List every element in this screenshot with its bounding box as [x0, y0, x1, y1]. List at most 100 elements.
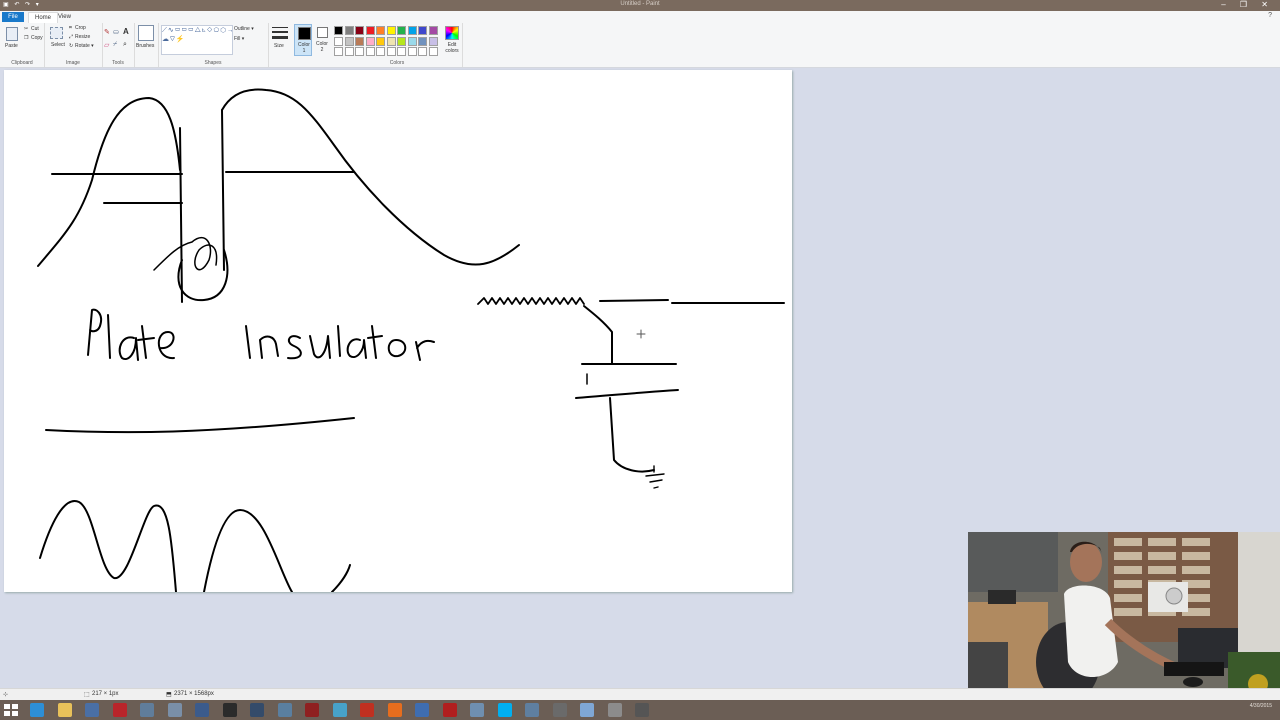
color-swatch[interactable]: [428, 26, 438, 35]
color-swatch[interactable]: [386, 26, 396, 35]
paste-button[interactable]: Paste: [5, 43, 18, 49]
color-swatch[interactable]: [344, 26, 354, 35]
app2-icon[interactable]: [140, 703, 154, 717]
color-swatch[interactable]: [418, 36, 427, 46]
skype-icon[interactable]: [497, 703, 512, 717]
app10-icon[interactable]: [415, 703, 429, 717]
cut-button[interactable]: Cut: [31, 26, 39, 32]
color-swatch[interactable]: [344, 36, 354, 46]
color1-button[interactable]: Color 1: [294, 24, 312, 56]
sketch: [37, 88, 785, 592]
color-swatch[interactable]: [355, 36, 364, 46]
color-swatch[interactable]: [365, 36, 375, 46]
color-swatch[interactable]: [376, 47, 385, 56]
ie-icon[interactable]: [30, 703, 44, 717]
obs-icon[interactable]: [222, 703, 237, 717]
color-swatch[interactable]: [397, 47, 406, 56]
color-swatch[interactable]: [334, 47, 343, 56]
color-picker-icon[interactable]: ⌿: [113, 41, 117, 49]
app9-icon[interactable]: [360, 703, 374, 717]
plate-right-upright: [221, 109, 225, 271]
color-swatch[interactable]: [376, 26, 385, 35]
start-button[interactable]: [4, 704, 18, 716]
copy-button[interactable]: Copy: [31, 35, 43, 41]
color-swatch[interactable]: [428, 36, 438, 46]
select-button[interactable]: Select: [51, 42, 65, 48]
edit-colors-icon[interactable]: [445, 26, 459, 40]
fill-bucket-icon[interactable]: ⛀: [113, 28, 119, 36]
rotate-button[interactable]: Rotate ▾: [75, 43, 94, 49]
color-swatch[interactable]: [355, 26, 364, 35]
color-swatch[interactable]: [365, 26, 375, 35]
brush-icon[interactable]: [138, 25, 154, 41]
size-button[interactable]: Size: [274, 43, 284, 49]
explorer-icon[interactable]: [57, 703, 72, 717]
drawing-canvas[interactable]: [4, 70, 792, 592]
app6-icon[interactable]: [277, 703, 292, 717]
windows-logo-icon: [4, 704, 18, 716]
color-swatch[interactable]: [418, 47, 427, 56]
color-swatch[interactable]: [407, 26, 417, 35]
color-swatch[interactable]: [355, 47, 364, 56]
color-swatch[interactable]: [418, 26, 427, 35]
webcam-overlay: [968, 532, 1280, 708]
color-swatch[interactable]: [334, 36, 343, 46]
app8-icon[interactable]: [332, 703, 347, 717]
app14-icon[interactable]: [607, 703, 622, 717]
rotate-icon[interactable]: ↻: [69, 43, 73, 49]
color-swatch[interactable]: [365, 47, 375, 56]
select-icon[interactable]: [50, 27, 63, 39]
color-swatch[interactable]: [407, 47, 417, 56]
filezilla-icon[interactable]: [112, 703, 127, 717]
app5-icon[interactable]: [250, 703, 264, 717]
size-lines-icon[interactable]: [272, 27, 288, 41]
app7-icon[interactable]: [305, 703, 319, 717]
outline-button[interactable]: Outline ▾: [234, 26, 254, 32]
help-icon[interactable]: ?: [1268, 12, 1272, 19]
color-swatch[interactable]: [386, 36, 396, 46]
fill-button[interactable]: Fill ▾: [234, 36, 244, 42]
pencil-icon[interactable]: ✎: [104, 28, 110, 36]
edit-colors-button[interactable]: Edit colors: [444, 42, 460, 54]
eraser-icon[interactable]: ▱: [104, 41, 109, 49]
color-swatch[interactable]: [397, 36, 406, 46]
shapes-gallery[interactable]: ⟋∿▭▭▭△◺◇⬠⬡→←↑↓✦✧☆★▢▢☁♡⚡: [161, 25, 233, 55]
paste-icon[interactable]: [6, 27, 18, 41]
resize-button[interactable]: Resize: [75, 34, 90, 40]
color-swatch[interactable]: [386, 47, 396, 56]
app13-icon[interactable]: [552, 703, 567, 717]
tab-view[interactable]: View: [52, 12, 77, 22]
capacitor-plate-bottom: [575, 389, 679, 399]
color-swatch[interactable]: [344, 47, 354, 56]
scissors-icon[interactable]: ✂: [24, 26, 28, 32]
tools-label: Tools: [112, 60, 124, 66]
acrobat-icon[interactable]: [442, 703, 457, 717]
app3-icon[interactable]: [167, 703, 182, 717]
text-icon[interactable]: A: [123, 27, 129, 36]
color2-button[interactable]: Color 2: [313, 24, 331, 56]
crop-button[interactable]: Crop: [75, 25, 86, 31]
brushes-button[interactable]: Brushes: [136, 43, 154, 49]
firefox-icon[interactable]: [387, 703, 402, 717]
copy-icon[interactable]: ❐: [24, 35, 28, 41]
resize-icon[interactable]: ⤢: [69, 34, 73, 40]
color-swatch[interactable]: [376, 36, 385, 46]
app11-icon[interactable]: [470, 703, 484, 717]
clipboard-label: Clipboard: [11, 60, 33, 66]
magnifier-icon[interactable]: ⌕: [123, 41, 127, 49]
app4-icon[interactable]: [195, 703, 209, 717]
paint-icon[interactable]: [580, 703, 594, 717]
color-swatch[interactable]: [397, 26, 406, 35]
app12-icon[interactable]: [525, 703, 539, 717]
color-swatch[interactable]: [407, 36, 417, 46]
color-swatch[interactable]: [334, 26, 343, 35]
selection-icon: ⬚: [84, 692, 90, 698]
app15-icon[interactable]: [635, 703, 649, 717]
color-swatch[interactable]: [428, 47, 438, 56]
shapes-group: ⟋∿▭▭▭△◺◇⬠⬡→←↑↓✦✧☆★▢▢☁♡⚡ Outline ▾ Fill ▾…: [158, 23, 269, 67]
app-icon[interactable]: [85, 703, 99, 717]
handwritten-plate-insulator: [87, 308, 435, 361]
window-controls[interactable]: – ❐ ✕: [1221, 0, 1274, 9]
tab-file[interactable]: File: [2, 12, 24, 22]
crop-icon[interactable]: ⌗: [69, 25, 72, 31]
